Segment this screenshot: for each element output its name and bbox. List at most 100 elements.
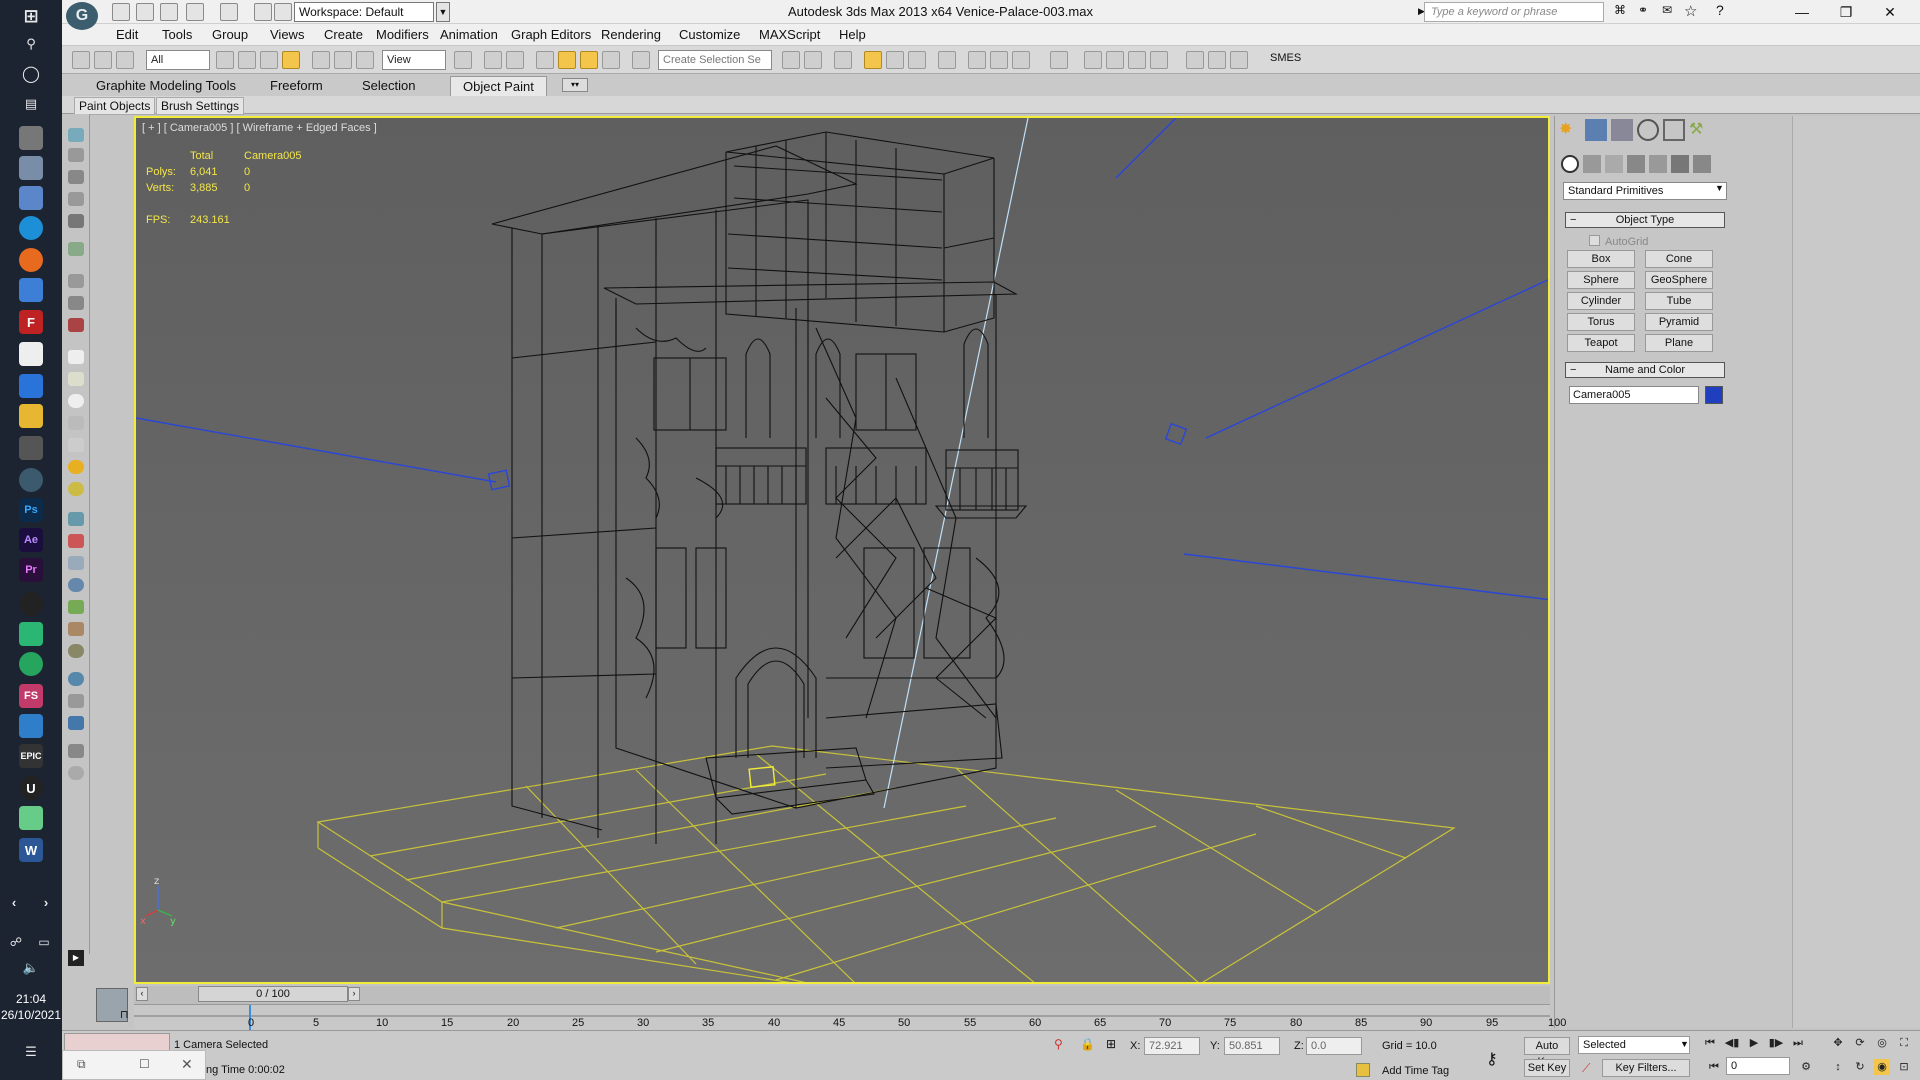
graphite-toggle-icon[interactable] — [864, 51, 882, 69]
workspace-dropdown[interactable]: Workspace: Default — [294, 2, 434, 22]
restore-icon[interactable]: ⧉ — [77, 1057, 86, 1072]
spacewarps-icon[interactable] — [1671, 155, 1689, 173]
menu-rendering[interactable]: Rendering — [601, 27, 661, 42]
tool-icon[interactable] — [68, 274, 84, 288]
edit-named-selection-icon[interactable] — [632, 51, 650, 69]
field-of-view-icon[interactable]: ◎ — [1874, 1035, 1890, 1051]
favorites-star-icon[interactable]: ☆ — [1684, 2, 1702, 20]
menu-customize[interactable]: Customize — [679, 27, 740, 42]
tool-icon[interactable] — [68, 482, 84, 496]
unlink-icon[interactable] — [94, 51, 112, 69]
menu-modifiers[interactable]: Modifiers — [376, 27, 429, 42]
menu-edit[interactable]: Edit — [116, 27, 138, 42]
tube-button[interactable]: Tube — [1645, 292, 1713, 310]
chevron-down-icon[interactable]: ▼ — [436, 2, 450, 22]
mail-icon[interactable] — [19, 374, 43, 398]
tool-icon[interactable] — [68, 192, 84, 206]
tool-icon[interactable] — [68, 578, 84, 592]
hold-icon[interactable] — [254, 3, 272, 21]
rotate-icon[interactable] — [334, 51, 352, 69]
chevron-down-icon[interactable]: ▼ — [1680, 1039, 1689, 1049]
tool-icon[interactable] — [68, 296, 84, 310]
previous-frame-icon[interactable]: ◀▮ — [1724, 1035, 1740, 1051]
utilities-tab-icon[interactable]: ⚒ — [1689, 119, 1711, 141]
cortana-icon[interactable]: ◯ — [19, 62, 43, 86]
rendered-frame-icon[interactable] — [990, 51, 1008, 69]
isolate-icon[interactable]: ⚲ — [1054, 1037, 1063, 1051]
maximize-viewport-icon[interactable]: ⛶ — [1896, 1035, 1912, 1051]
time-tag-icon[interactable] — [1356, 1063, 1370, 1077]
fetch-icon[interactable] — [274, 3, 292, 21]
menu-group[interactable]: Group — [212, 27, 248, 42]
chevron-down-icon[interactable]: ▼ — [1715, 183, 1724, 193]
tool-icon[interactable] — [68, 622, 84, 636]
next-frame-icon[interactable]: ▮▶ — [1768, 1035, 1784, 1051]
named-selection-input[interactable]: Create Selection Se — [658, 50, 772, 70]
subscription-icon[interactable]: ⚭ — [1638, 3, 1656, 21]
keyboard-shortcut-icon[interactable] — [506, 51, 524, 69]
walk-through-icon[interactable]: ◉ — [1874, 1059, 1890, 1075]
chevron-left-icon[interactable]: ‹ — [4, 890, 24, 914]
save-file-icon[interactable] — [160, 3, 178, 21]
select-link-icon[interactable] — [72, 51, 90, 69]
plugin-icon[interactable] — [1084, 51, 1102, 69]
pan-icon[interactable]: ✥ — [1830, 1035, 1846, 1051]
volume-icon[interactable]: 🔈 — [19, 956, 43, 980]
sun-icon[interactable] — [68, 460, 84, 474]
key-filter-icon[interactable]: ⟋ — [1582, 1061, 1590, 1076]
tool-icon[interactable] — [68, 128, 84, 142]
tool-icon[interactable] — [68, 214, 84, 228]
render-setup-icon[interactable] — [968, 51, 986, 69]
cone-button[interactable]: Cone — [1645, 250, 1713, 268]
tool-icon[interactable] — [68, 170, 84, 184]
chevron-right-icon[interactable]: › — [348, 987, 360, 1001]
name-and-color-rollout[interactable]: − Name and Color — [1565, 362, 1725, 378]
app-logo-icon[interactable]: G — [66, 2, 98, 30]
roll-icon[interactable]: ↻ — [1852, 1059, 1868, 1075]
object-name-input[interactable]: Camera005 — [1569, 386, 1699, 404]
key-filters-button[interactable]: Key Filters... — [1602, 1059, 1690, 1077]
word-icon[interactable]: W — [19, 838, 43, 862]
plugin-icon[interactable] — [1150, 51, 1168, 69]
help-icon[interactable] — [68, 766, 84, 780]
torus-button[interactable]: Torus — [1567, 313, 1635, 331]
tool-icon[interactable] — [68, 716, 84, 730]
chevron-right-icon[interactable]: › — [36, 890, 56, 914]
close-icon[interactable]: ✕ — [181, 1056, 193, 1073]
tab-object-paint[interactable]: Object Paint — [450, 76, 547, 98]
menu-tools[interactable]: Tools — [162, 27, 192, 42]
move-icon[interactable] — [312, 51, 330, 69]
plugin-icon[interactable] — [1106, 51, 1124, 69]
tool-icon[interactable] — [68, 372, 84, 386]
go-to-start-icon[interactable]: ⏮ — [1702, 1035, 1718, 1051]
percent-snap-icon[interactable] — [580, 51, 598, 69]
app-icon[interactable] — [19, 278, 43, 302]
set-key-button[interactable]: Set Key — [1524, 1059, 1570, 1077]
menu-views[interactable]: Views — [270, 27, 304, 42]
cylinder-button[interactable]: Cylinder — [1567, 292, 1635, 310]
explorer-icon[interactable] — [19, 404, 43, 428]
add-time-tag-button[interactable]: Add Time Tag — [1382, 1065, 1449, 1077]
hierarchy-tab-icon[interactable] — [1611, 119, 1633, 141]
play-arrow-icon[interactable]: ▶ — [68, 950, 84, 966]
scale-icon[interactable] — [356, 51, 374, 69]
lock-selection-icon[interactable]: 🔒 — [1080, 1037, 1095, 1051]
y-coordinate-input[interactable]: 50.851 — [1224, 1037, 1280, 1055]
epic-icon[interactable]: EPIC — [19, 744, 43, 768]
tool-icon[interactable] — [68, 672, 84, 686]
tool-icon[interactable] — [68, 556, 84, 570]
menu-maxscript[interactable]: MAXScript — [759, 27, 820, 42]
app-icon[interactable] — [19, 806, 43, 830]
close-button[interactable]: ✕ — [1868, 0, 1912, 24]
plane-button[interactable]: Plane — [1645, 334, 1713, 352]
object-color-swatch[interactable] — [1705, 386, 1723, 404]
systems-icon[interactable] — [1693, 155, 1711, 173]
plugin-icon[interactable] — [1208, 51, 1226, 69]
menu-animation[interactable]: Animation — [440, 27, 498, 42]
plugin-icon[interactable] — [1128, 51, 1146, 69]
tool-icon[interactable] — [68, 416, 84, 430]
zoom-extents-icon[interactable]: ⊡ — [1896, 1059, 1912, 1075]
teapot-button[interactable]: Teapot — [1567, 334, 1635, 352]
spinner-snap-icon[interactable] — [602, 51, 620, 69]
subtab-brush-settings[interactable]: Brush Settings — [156, 97, 245, 115]
